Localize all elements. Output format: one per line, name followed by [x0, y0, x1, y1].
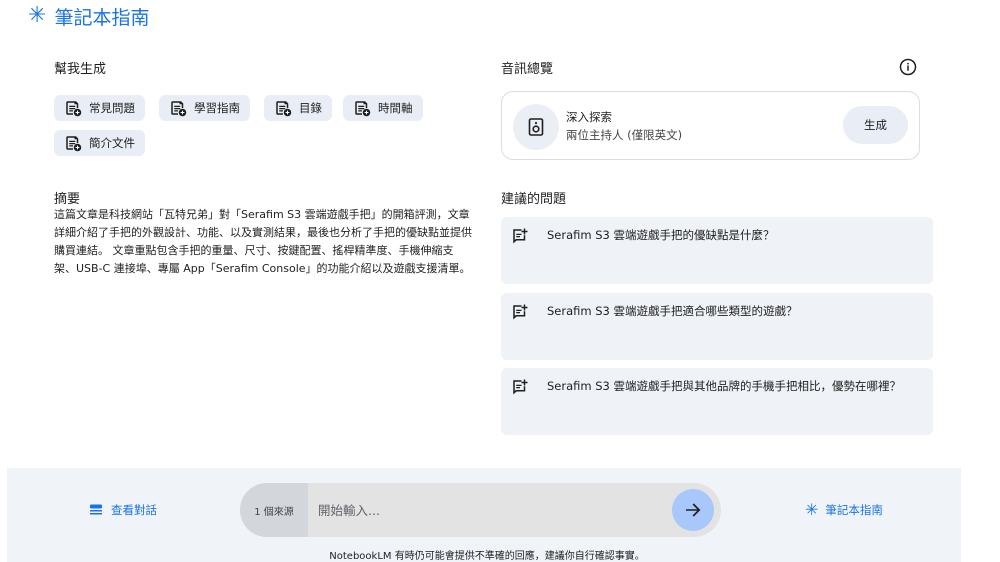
notebook-guide-button[interactable]: ✳ 筆記本指南 [805, 502, 883, 518]
suggested-question[interactable]: Serafim S3 雲端遊戲手把與其他品牌的手機手把相比，優勢在哪裡？ [501, 368, 933, 435]
suggested-question[interactable]: Serafim S3 雲端遊戲手把適合哪些類型的遊戲？ [501, 293, 933, 360]
audio-card-subtitle: 兩位主持人 (僅限英文) [566, 128, 683, 142]
doc-add-icon [66, 136, 82, 152]
audio-overview-label: 音訊總覽 [501, 62, 554, 77]
notebook-guide-label: 筆記本指南 [825, 503, 883, 517]
table-of-contents-chip[interactable]: 目錄 [264, 95, 332, 121]
chat-add-icon [513, 379, 528, 395]
audio-card-title: 深入探索 [566, 110, 612, 124]
suggested-questions-label: 建議的問題 [501, 192, 567, 207]
chip-label: 簡介文件 [89, 136, 135, 150]
generate-button[interactable]: 生成 [843, 106, 908, 144]
doc-add-icon [355, 101, 371, 117]
question-text: Serafim S3 雲端遊戲手把的優缺點是什麼？ [547, 228, 775, 242]
chat-input[interactable] [308, 483, 668, 537]
chat-input-container: 1 個來源 [240, 483, 721, 537]
chip-label: 常見問題 [89, 101, 135, 115]
doc-add-icon [171, 101, 187, 117]
notebook-guide-header: ✳ 筆記本指南 [28, 3, 150, 29]
summary-text: 這篇文章是科技網站「瓦特兄弟」對「Serafim S3 雲端遊戲手把」的開箱評測… [54, 208, 472, 275]
doc-add-icon [276, 101, 292, 117]
study-guide-chip[interactable]: 學習指南 [159, 95, 250, 121]
source-count-badge[interactable]: 1 個來源 [240, 483, 308, 537]
sparkle-icon: ✳ [28, 3, 47, 28]
doc-add-icon [66, 101, 82, 117]
page-title: 筆記本指南 [54, 6, 150, 29]
help-generate-label: 幫我生成 [54, 62, 107, 77]
view-chat-label: 查看對話 [111, 503, 157, 517]
chat-add-icon [513, 304, 528, 320]
view-chat-button[interactable]: 查看對話 [89, 502, 157, 518]
question-text: Serafim S3 雲端遊戲手把適合哪些類型的遊戲？ [547, 304, 798, 318]
chip-label: 目錄 [299, 101, 322, 115]
summary-label: 摘要 [54, 192, 81, 207]
chat-add-icon [513, 228, 528, 244]
disclaimer-text: NotebookLM 有時仍可能會提供不準確的回應，建議你自行確認事實。 [329, 551, 645, 562]
chat-list-icon [90, 504, 102, 515]
suggested-question[interactable]: Serafim S3 雲端遊戲手把的優缺點是什麼？ [501, 217, 933, 284]
send-button[interactable] [672, 489, 714, 531]
speaker-icon [528, 118, 544, 136]
info-icon[interactable] [899, 58, 917, 76]
audio-overview-card: 深入探索 兩位主持人 (僅限英文) 生成 [501, 91, 920, 160]
sparkle-icon: ✳ [805, 500, 819, 519]
chip-label: 學習指南 [194, 101, 240, 115]
timeline-chip[interactable]: 時間軸 [343, 95, 423, 121]
faq-chip[interactable]: 常見問題 [54, 95, 145, 121]
chip-label: 時間軸 [378, 101, 413, 115]
briefing-doc-chip[interactable]: 簡介文件 [54, 130, 145, 156]
arrow-right-icon [686, 503, 701, 517]
question-text: Serafim S3 雲端遊戲手把與其他品牌的手機手把相比，優勢在哪裡？ [547, 379, 902, 393]
speaker-icon-wrap [513, 104, 559, 150]
